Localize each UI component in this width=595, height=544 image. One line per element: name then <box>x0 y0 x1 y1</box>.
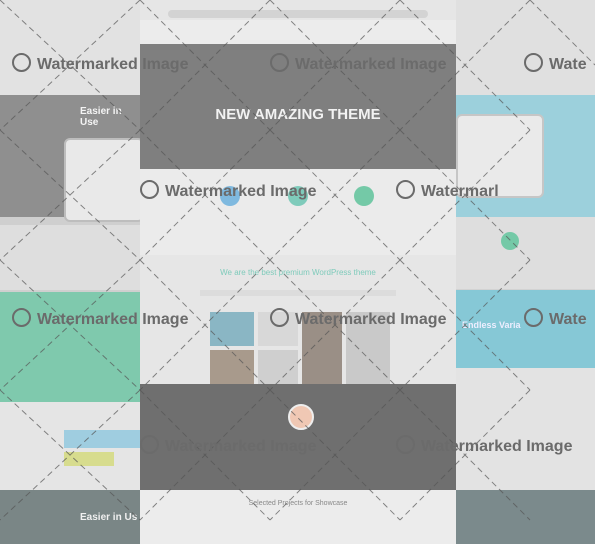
watermark-label: Watermarked Image <box>270 308 446 329</box>
watermark-label: Watermarl <box>396 180 499 201</box>
watermark-label: Watermarked Image <box>140 180 316 201</box>
watermark-label: Watermarked Image <box>12 53 188 74</box>
watermark-label: Watermarked Image <box>12 308 188 329</box>
watermark-label: Wate <box>524 308 587 329</box>
watermark-label: Wate <box>524 53 587 74</box>
watermark-label: Watermarked Image <box>270 53 446 74</box>
watermark-label: Watermarked Image <box>396 435 572 456</box>
watermark-overlay: Watermarked Image Watermarked Image Wate… <box>0 0 595 544</box>
watermark-diagonal-lines <box>0 0 595 521</box>
watermark-label: Watermarked Image <box>140 435 316 456</box>
